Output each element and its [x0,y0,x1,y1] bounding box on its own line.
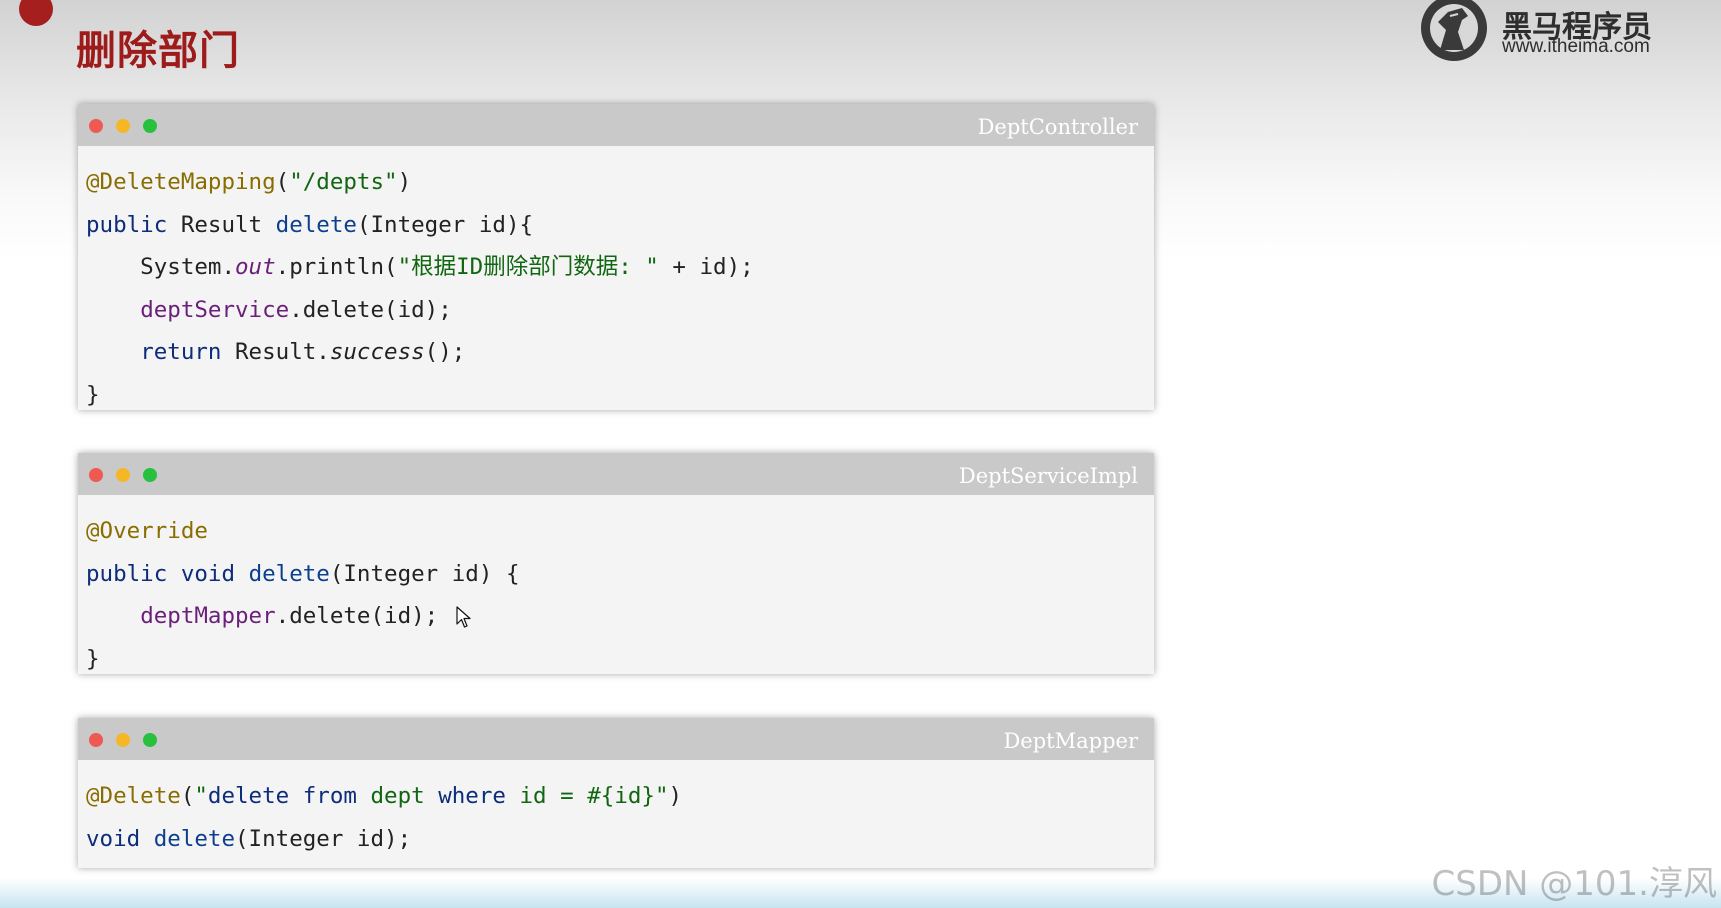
code-line: return Result.success(); [86,331,1146,374]
code-token: (Integer id); [235,825,412,852]
code-line: deptService.delete(id); [86,289,1146,332]
code-token: ( [180,783,195,809]
code-token: (Integer id) { [329,560,520,587]
code-line: public void delete(Integer id) { [86,553,1146,596]
close-dot-icon [89,468,103,482]
code-line: System.out.println("根据ID删除部门数据: " + id); [86,246,1146,289]
code-token: where [438,783,506,809]
mouse-pointer-icon [456,606,471,628]
code-window-dept-controller: DeptController @DeleteMapping("/depts") p… [78,104,1154,410]
code-token: "根据ID删除部门数据: " [397,254,659,280]
window-titlebar: DeptMapper [78,718,1154,760]
code-token: .delete(id); [289,296,452,323]
code-line: } [86,374,1146,417]
maximize-dot-icon [143,119,157,133]
maximize-dot-icon [143,468,157,482]
code-token: Result [167,211,276,238]
code-line: } [86,638,1146,681]
code-block: @Delete("delete from dept where id = #{i… [78,760,1154,860]
code-token: .println( [275,254,398,280]
minimize-dot-icon [116,733,130,747]
code-token: id = #{id}" [505,783,669,809]
brand-url: www.itheima.com [1502,36,1650,57]
window-title: DeptServiceImpl [958,464,1138,488]
code-token: void [86,825,141,852]
code-token: out [235,254,276,280]
title-bullet-dot [19,0,53,26]
code-line: @Delete("delete from dept where id = #{i… [86,775,1146,818]
code-token: } [86,381,100,408]
code-token: public [86,211,168,238]
minimize-dot-icon [116,119,130,133]
code-token: @DeleteMapping [86,169,276,195]
window-title: DeptController [977,115,1138,139]
code-window-dept-service-impl: DeptServiceImpl @Override public void del… [78,453,1154,674]
code-token: dept [356,783,439,809]
horse-head-logo-icon [1421,0,1487,61]
code-token: @Override [86,518,208,544]
code-token: ) [668,783,683,809]
close-dot-icon [89,119,103,133]
code-token: deptService [140,296,290,323]
code-token: (); [424,339,466,365]
code-token: delete [153,825,236,852]
code-token: return [140,339,222,365]
code-token: + id); [658,254,754,280]
code-token: "/depts" [289,169,398,195]
code-token: from [302,783,357,809]
close-dot-icon [89,733,103,747]
code-token: ) [397,169,412,195]
code-window-dept-mapper: DeptMapper @Delete("delete from dept whe… [78,718,1154,868]
window-titlebar: DeptController [78,104,1154,146]
code-token: System. [86,254,236,280]
code-token: public [86,560,168,587]
code-line: @Override [86,510,1146,553]
code-token: .delete(id); [275,603,439,629]
code-line: @DeleteMapping("/depts") [86,161,1146,204]
code-line: public Result delete(Integer id){ [86,204,1146,247]
minimize-dot-icon [116,468,130,482]
code-token: Result. [221,339,330,365]
code-token: } [86,645,100,672]
code-line: void delete(Integer id); [86,818,1146,861]
code-token: ( [275,169,290,195]
code-block: @DeleteMapping("/depts") public Result de… [78,146,1154,416]
csdn-watermark: CSDN @101.淳风 [1431,864,1717,904]
code-token: delete [248,560,330,587]
code-token: @Delete [86,783,181,809]
code-token: void [180,560,236,587]
code-token: (Integer id){ [356,211,534,238]
window-title: DeptMapper [1003,729,1138,753]
code-block: @Override public void delete(Integer id) … [78,495,1154,680]
code-token: delete [207,783,290,809]
code-token: success [329,339,425,365]
window-titlebar: DeptServiceImpl [78,453,1154,495]
page-title: 删除部门 [76,28,240,74]
code-token: delete [275,211,357,238]
maximize-dot-icon [143,733,157,747]
code-line: deptMapper.delete(id); [86,595,1146,638]
code-token: " [194,783,208,809]
code-token: deptMapper [140,603,276,629]
